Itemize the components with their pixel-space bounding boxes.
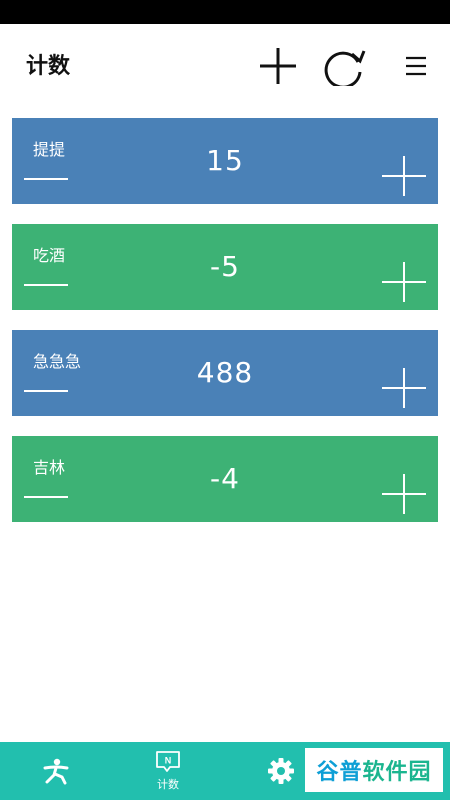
nav-counter[interactable]: N 计数 — [140, 742, 196, 800]
page-title: 计数 — [26, 54, 71, 79]
counter-value: 15 — [206, 144, 244, 177]
minus-icon — [24, 178, 68, 180]
nav-settings[interactable] — [258, 742, 304, 800]
plus-icon — [260, 48, 296, 84]
plus-icon — [382, 368, 426, 408]
counter-card[interactable]: 吃酒 -5 — [12, 224, 438, 310]
decrement-button[interactable] — [24, 484, 70, 508]
menu-icon — [406, 56, 426, 76]
plus-icon — [382, 262, 426, 302]
counter-card[interactable]: 急急急 488 — [12, 330, 438, 416]
person-icon — [43, 758, 69, 785]
add-counter-button[interactable] — [256, 46, 300, 86]
menu-button[interactable] — [394, 46, 438, 86]
gear-icon — [268, 758, 294, 784]
minus-icon — [24, 284, 68, 286]
counter-card[interactable]: 提提 15 — [12, 118, 438, 204]
app-header: 计数 — [0, 24, 450, 108]
refresh-icon — [324, 50, 366, 86]
refresh-button[interactable] — [322, 46, 366, 86]
svg-text:N: N — [165, 756, 172, 766]
nav-profile[interactable] — [28, 742, 84, 800]
counter-value: -4 — [210, 462, 240, 495]
increment-button[interactable] — [382, 156, 426, 196]
nav-counter-label: 计数 — [157, 778, 179, 791]
increment-button[interactable] — [382, 262, 426, 302]
decrement-button[interactable] — [24, 378, 70, 402]
counter-value: -5 — [210, 250, 240, 283]
increment-button[interactable] — [382, 474, 426, 514]
watermark-text-a: 谷普 — [316, 760, 363, 785]
counter-card[interactable]: 吉林 -4 — [12, 436, 438, 522]
minus-icon — [24, 496, 68, 498]
increment-button[interactable] — [382, 368, 426, 408]
watermark-text-b: 软件园 — [362, 760, 432, 785]
plus-icon — [382, 156, 426, 196]
decrement-button[interactable] — [24, 272, 70, 296]
plus-icon — [382, 474, 426, 514]
minus-icon — [24, 390, 68, 392]
status-bar — [0, 0, 450, 24]
decrement-button[interactable] — [24, 166, 70, 190]
watermark-logo: 谷普 软件园 — [305, 748, 443, 792]
counter-value: 488 — [196, 356, 254, 389]
counter-icon: N — [156, 751, 180, 772]
